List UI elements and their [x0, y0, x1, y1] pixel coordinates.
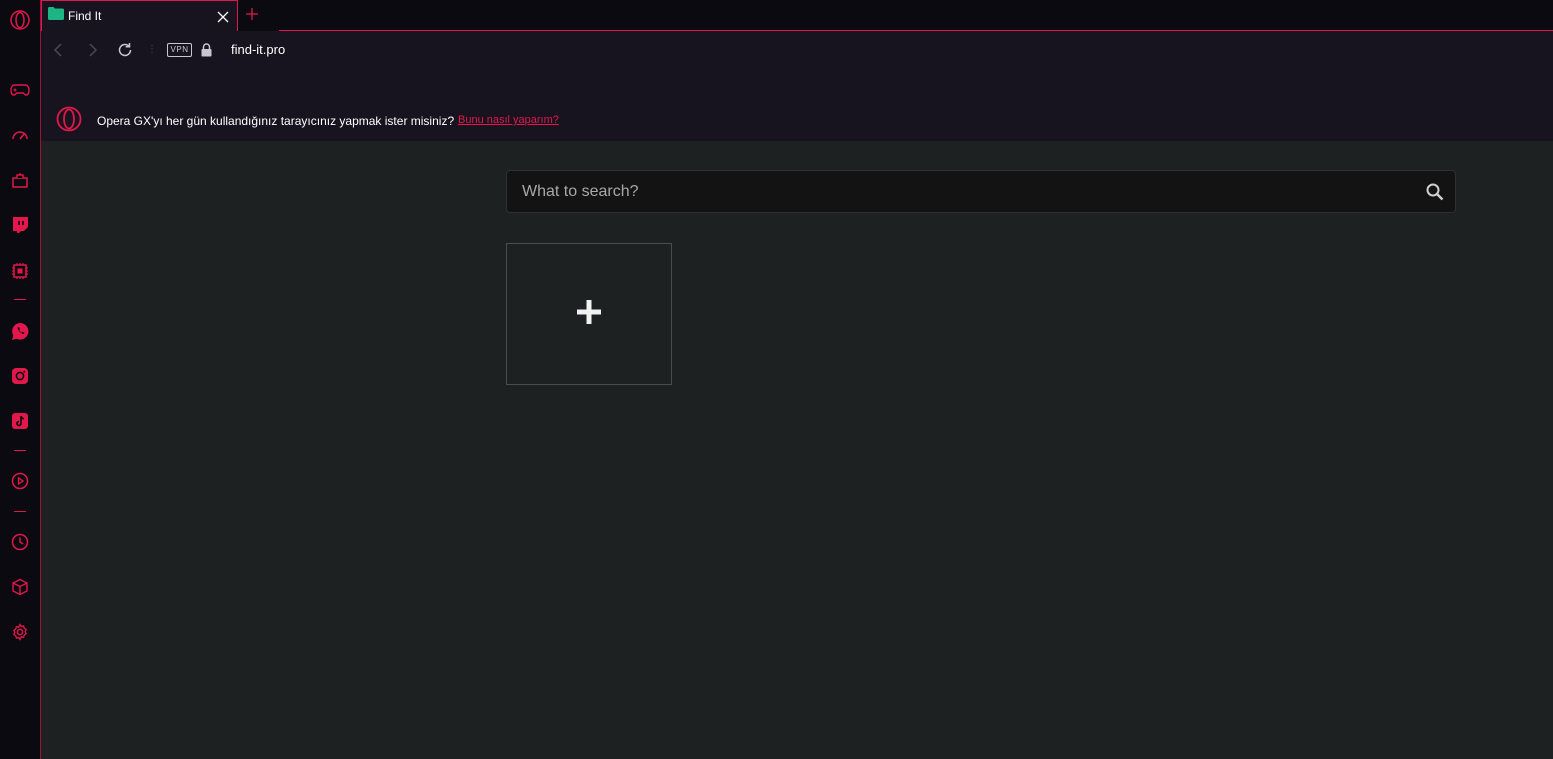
how-to-link[interactable]: Bunu nasıl yaparım? — [458, 114, 559, 126]
sidebar-divider — [14, 450, 26, 451]
url-text[interactable]: find-it.pro — [231, 42, 285, 57]
plus-icon — [575, 298, 603, 331]
reload-icon[interactable] — [117, 42, 133, 58]
extensions-icon[interactable] — [9, 576, 31, 598]
vpn-badge[interactable]: VPN — [167, 43, 192, 57]
search-input[interactable] — [507, 171, 1407, 212]
close-tab-icon[interactable] — [217, 10, 229, 23]
new-tab-plus-icon[interactable] — [246, 7, 258, 20]
sidebar-divider — [14, 299, 26, 300]
back-arrow-icon[interactable] — [51, 42, 67, 58]
toolbar: ⋮ VPN find-it.pro Opera GX'yı her gün ku… — [41, 31, 1553, 141]
opera-logo-icon[interactable] — [9, 9, 31, 31]
whatsapp-icon[interactable] — [9, 320, 31, 342]
hardware-chip-icon[interactable] — [9, 260, 31, 282]
separator-dots: ⋮ — [147, 44, 157, 55]
tab-strip: Find It — [41, 0, 1553, 31]
sidebar — [0, 0, 41, 759]
search-box — [506, 170, 1456, 213]
player-icon[interactable] — [9, 470, 31, 492]
twitch-icon[interactable] — [9, 214, 31, 236]
history-icon[interactable] — [9, 531, 31, 553]
gamepad-icon[interactable] — [9, 79, 31, 101]
gx-control-icon[interactable] — [9, 124, 31, 146]
tiktok-icon[interactable] — [9, 410, 31, 432]
sidebar-divider — [14, 511, 26, 512]
default-browser-prompt: Opera GX'yı her gün kullandığınız tarayı… — [97, 114, 455, 128]
folder-favicon-icon — [48, 7, 64, 25]
instagram-icon[interactable] — [9, 365, 31, 387]
opera-gx-logo-icon — [56, 106, 82, 132]
forward-arrow-icon[interactable] — [84, 42, 100, 58]
gx-corner-icon[interactable] — [9, 169, 31, 191]
tab-title: Find It — [68, 9, 102, 23]
page-content — [41, 141, 1553, 759]
tab-find-it[interactable]: Find It — [41, 0, 238, 31]
lock-icon[interactable] — [201, 43, 212, 57]
add-shortcut-tile[interactable] — [506, 243, 672, 385]
search-icon[interactable] — [1425, 182, 1445, 202]
settings-icon[interactable] — [9, 621, 31, 643]
